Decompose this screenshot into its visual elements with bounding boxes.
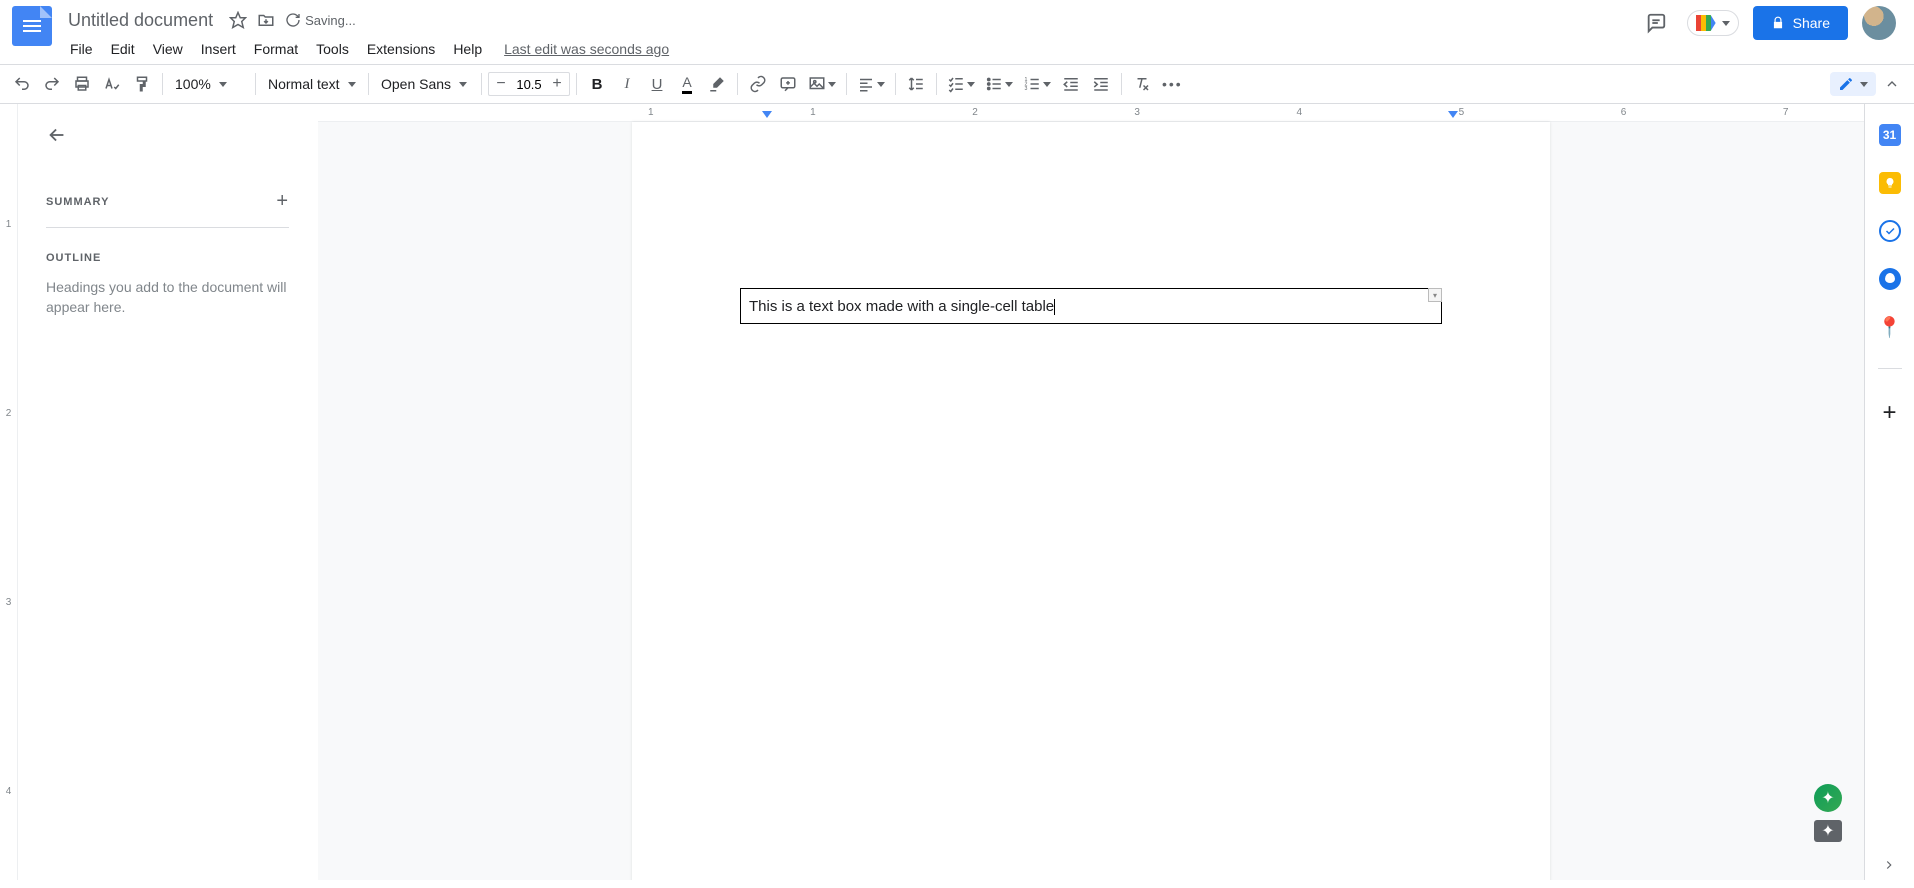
toolbar: 100% Normal text Open Sans − + B I U A 1… (0, 64, 1914, 104)
hide-menus-button[interactable] (1878, 70, 1906, 98)
chevron-down-icon (1005, 82, 1013, 87)
account-avatar[interactable] (1862, 6, 1896, 40)
outline-heading: OUTLINE (46, 252, 289, 264)
meet-icon (1696, 15, 1716, 31)
menu-help[interactable]: Help (445, 37, 490, 61)
share-button[interactable]: Share (1753, 6, 1848, 40)
vertical-ruler: 1234 (0, 104, 18, 880)
checklist-button[interactable] (943, 70, 979, 98)
menu-view[interactable]: View (145, 37, 191, 61)
paint-format-button[interactable] (128, 70, 156, 98)
star-icon[interactable] (229, 11, 247, 29)
add-summary-button[interactable]: + (276, 190, 289, 213)
undo-button[interactable] (8, 70, 36, 98)
summary-heading: SUMMARY + (46, 190, 289, 213)
table-cell[interactable]: This is a text box made with a single-ce… (740, 288, 1442, 324)
show-side-panel-icon[interactable] (1882, 858, 1896, 872)
underline-button[interactable]: U (643, 70, 671, 98)
text-color-button[interactable]: A (673, 70, 701, 98)
dictionary-button[interactable]: ✦ (1814, 820, 1842, 842)
chevron-down-icon (1860, 82, 1868, 87)
align-button[interactable] (853, 70, 889, 98)
menu-tools[interactable]: Tools (308, 37, 357, 61)
zoom-select[interactable]: 100% (169, 71, 249, 97)
font-size-input[interactable] (513, 76, 545, 93)
chevron-down-icon (967, 82, 975, 87)
document-title[interactable]: Untitled document (62, 8, 219, 33)
cell-text[interactable]: This is a text box made with a single-ce… (749, 298, 1054, 315)
menubar: File Edit View Insert Format Tools Exten… (62, 34, 1639, 64)
contacts-app-icon[interactable] (1879, 268, 1901, 290)
chevron-down-icon (1722, 21, 1730, 26)
explore-button[interactable]: ✦ (1814, 784, 1842, 812)
svg-text:3: 3 (1025, 86, 1028, 92)
increase-indent-button[interactable] (1087, 70, 1115, 98)
last-edit-link[interactable]: Last edit was seconds ago (504, 41, 669, 57)
redo-button[interactable] (38, 70, 66, 98)
bulleted-list-button[interactable] (981, 70, 1017, 98)
title-area: Untitled document Saving... File Edit Vi… (62, 6, 1639, 64)
menu-edit[interactable]: Edit (103, 37, 143, 61)
save-status: Saving... (285, 12, 356, 28)
header-right-controls: Share (1639, 6, 1902, 40)
cloud-sync-icon (285, 12, 301, 28)
font-size-control: − + (488, 72, 570, 96)
clear-formatting-button[interactable] (1128, 70, 1156, 98)
menu-insert[interactable]: Insert (193, 37, 244, 61)
add-comment-button[interactable] (774, 70, 802, 98)
table-cell-options-icon[interactable]: ▾ (1428, 288, 1442, 302)
editing-mode-button[interactable] (1830, 72, 1876, 96)
chevron-down-icon (459, 82, 467, 87)
bold-button[interactable]: B (583, 70, 611, 98)
workspace: 1234 SUMMARY + OUTLINE Headings you add … (0, 104, 1914, 880)
meet-button[interactable] (1687, 10, 1739, 36)
print-button[interactable] (68, 70, 96, 98)
chevron-down-icon (877, 82, 885, 87)
menu-file[interactable]: File (62, 37, 101, 61)
pencil-icon (1838, 76, 1854, 92)
font-family-select[interactable]: Open Sans (375, 71, 475, 97)
line-spacing-button[interactable] (902, 70, 930, 98)
chevron-down-icon (219, 82, 227, 87)
left-indent-marker[interactable] (762, 111, 772, 118)
side-panel: 31 📍 + (1864, 104, 1914, 880)
open-comments-icon[interactable] (1639, 6, 1673, 40)
menu-extensions[interactable]: Extensions (359, 37, 443, 61)
spellcheck-button[interactable] (98, 70, 126, 98)
keep-app-icon[interactable] (1879, 172, 1901, 194)
close-outline-icon[interactable] (46, 124, 68, 146)
app-header: Untitled document Saving... File Edit Vi… (0, 0, 1914, 64)
highlight-button[interactable] (703, 70, 731, 98)
more-button[interactable]: ••• (1158, 70, 1187, 98)
side-panel-divider (1878, 368, 1902, 369)
right-indent-marker[interactable] (1448, 111, 1458, 118)
numbered-list-button[interactable]: 123 (1019, 70, 1055, 98)
share-button-label: Share (1793, 15, 1830, 31)
document-page[interactable]: This is a text box made with a single-ce… (632, 122, 1550, 880)
chevron-down-icon (828, 82, 836, 87)
calendar-app-icon[interactable]: 31 (1879, 124, 1901, 146)
text-cursor (1054, 299, 1055, 315)
insert-link-button[interactable] (744, 70, 772, 98)
tasks-app-icon[interactable] (1879, 220, 1901, 242)
lock-icon (1771, 16, 1785, 30)
horizontal-ruler: 11234567 (318, 104, 1864, 122)
paragraph-style-select[interactable]: Normal text (262, 71, 362, 97)
italic-button[interactable]: I (613, 70, 641, 98)
document-canvas[interactable]: 11234567 This is a text box made with a … (318, 104, 1864, 880)
chevron-down-icon (1043, 82, 1051, 87)
get-addons-button[interactable]: + (1882, 399, 1896, 427)
explore-fab: ✦ ✦ (1814, 784, 1842, 842)
decrease-indent-button[interactable] (1057, 70, 1085, 98)
outline-placeholder: Headings you add to the document will ap… (46, 278, 289, 317)
menu-format[interactable]: Format (246, 37, 306, 61)
docs-home-icon[interactable] (12, 6, 52, 46)
chevron-down-icon (348, 82, 356, 87)
font-size-decrease[interactable]: − (489, 75, 513, 93)
insert-image-button[interactable] (804, 70, 840, 98)
outline-sidebar: SUMMARY + OUTLINE Headings you add to th… (18, 104, 318, 880)
font-size-increase[interactable]: + (545, 75, 569, 93)
move-to-folder-icon[interactable] (257, 11, 275, 29)
maps-app-icon[interactable]: 📍 (1879, 316, 1901, 338)
